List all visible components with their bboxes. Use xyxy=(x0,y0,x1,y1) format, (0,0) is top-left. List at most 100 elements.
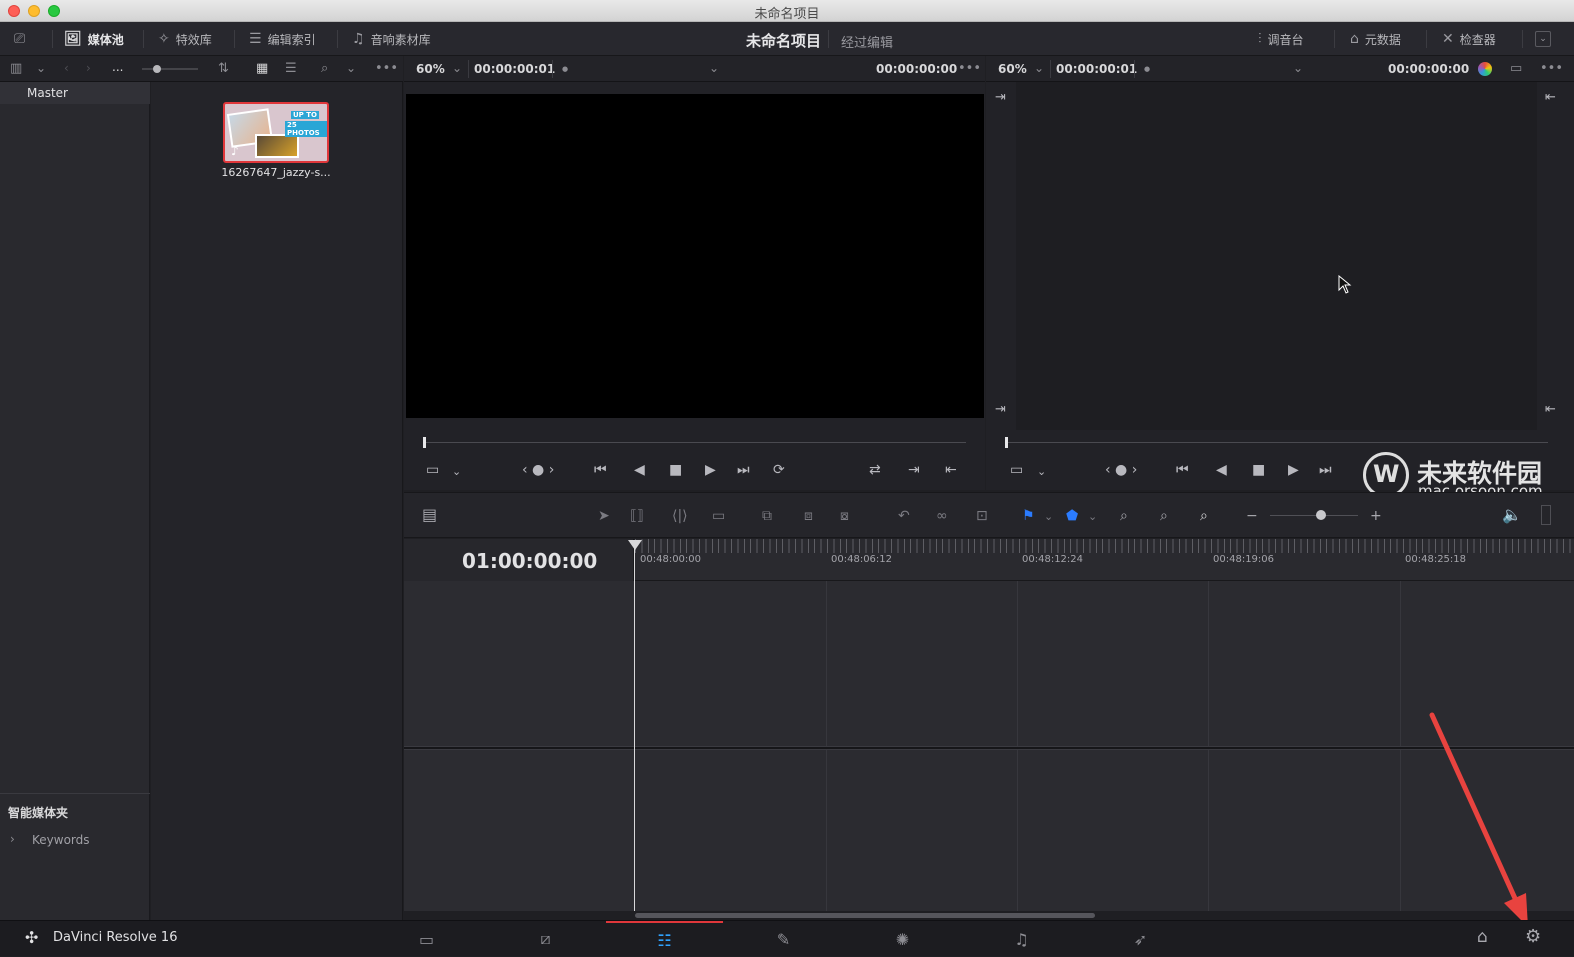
dynamic-trim-icon[interactable]: ⟨|⟩ xyxy=(672,508,688,524)
timeline-ruler[interactable]: 00:48:00:00 00:48:06:12 00:48:12:24 00:4… xyxy=(635,539,1574,581)
thumbnail-size-slider[interactable] xyxy=(142,68,198,70)
more-options-icon[interactable]: ••• xyxy=(1540,61,1563,76)
color-wheel-icon[interactable] xyxy=(1478,62,1492,76)
go-to-start-icon[interactable]: ⏮ xyxy=(1176,462,1189,478)
link-icon[interactable]: ∞ xyxy=(936,508,948,524)
go-to-end-icon[interactable]: ⏭ xyxy=(737,462,750,478)
marker-icon[interactable]: ⬟ xyxy=(1066,508,1078,524)
sidebar-toggle-icon[interactable]: ▥ xyxy=(10,61,22,76)
trim-tool-icon[interactable]: ⟦⟧ xyxy=(630,508,644,524)
source-viewer-screen[interactable] xyxy=(406,94,984,418)
replace-clip-icon[interactable]: ⧇ xyxy=(840,508,849,524)
breadcrumb[interactable]: ... xyxy=(112,60,123,74)
jog-wheel-icon[interactable]: ‹ ● › xyxy=(1105,462,1137,478)
list-view-icon[interactable]: ☰ xyxy=(285,61,297,76)
flag-icon[interactable]: ⚑ xyxy=(1022,508,1035,524)
source-zoom[interactable]: 60% xyxy=(416,62,445,76)
next-edit-icon[interactable]: ⇤ xyxy=(1545,402,1556,417)
stop-icon[interactable]: ■ xyxy=(669,462,682,478)
clip-dropdown-chevron-icon[interactable]: ⌄ xyxy=(709,61,719,75)
timeline-zoom[interactable]: 60% xyxy=(998,62,1027,76)
viewer-mode-icon[interactable]: ▭ xyxy=(1010,462,1023,478)
settings-gear-icon[interactable]: ⚙ xyxy=(1525,926,1541,947)
jog-wheel-icon[interactable]: ‹ ● › xyxy=(522,462,554,478)
media-page-button[interactable]: ▭ xyxy=(368,921,485,957)
effects-library-button[interactable]: ✧ 特效库 xyxy=(158,22,212,56)
play-icon[interactable]: ▶ xyxy=(1288,462,1299,478)
toolbar-expand-button[interactable]: ⌄ xyxy=(1535,22,1551,56)
color-page-button[interactable]: ✺ xyxy=(844,921,961,957)
timeline-viewer-screen[interactable] xyxy=(1016,82,1537,430)
zoom-slider[interactable] xyxy=(1270,515,1358,516)
loop-icon[interactable]: ⟳ xyxy=(773,462,785,478)
slider-knob[interactable] xyxy=(153,65,161,73)
home-icon[interactable]: ⌂ xyxy=(1477,927,1488,947)
chevron-down-icon[interactable]: ⌄ xyxy=(346,61,356,75)
video-audio-divider[interactable] xyxy=(404,746,1574,750)
more-options-icon[interactable]: ••• xyxy=(375,61,398,76)
mark-in-icon[interactable]: ⇥ xyxy=(908,462,920,478)
sort-icon[interactable]: ⇅ xyxy=(218,61,229,76)
edit-page-button[interactable]: ☷ xyxy=(606,921,723,957)
mark-out-icon[interactable]: ⇤ xyxy=(945,462,957,478)
fairlight-page-button[interactable]: ♫ xyxy=(963,921,1080,957)
timeline-view-options-icon[interactable]: ▤ xyxy=(422,505,437,524)
custom-zoom-icon[interactable]: ⌕ xyxy=(1200,508,1208,524)
timeline-viewer-playhead[interactable] xyxy=(1005,437,1008,448)
playhead-handle[interactable] xyxy=(628,540,642,550)
clip-thumbnail[interactable]: UP TO 25 PHOTOS ♪ xyxy=(223,102,329,163)
chevron-down-icon[interactable]: ⌄ xyxy=(1037,465,1046,478)
play-icon[interactable]: ▶ xyxy=(705,462,716,478)
detail-zoom-icon[interactable]: ⌕ xyxy=(1160,508,1168,524)
back-arrow-icon[interactable]: ‹ xyxy=(64,61,69,75)
viewer-layout-icon[interactable]: ▭ xyxy=(1510,61,1522,76)
chevron-down-icon[interactable]: ⌄ xyxy=(452,61,462,75)
media-pool-button[interactable]: 🖼 媒体池 xyxy=(64,22,124,56)
play-reverse-icon[interactable]: ◀ xyxy=(634,462,645,478)
bin-master[interactable]: Master xyxy=(0,82,150,104)
stop-icon[interactable]: ■ xyxy=(1252,462,1265,478)
more-options-icon[interactable]: ••• xyxy=(958,61,981,76)
metadata-button[interactable]: ⌂ 元数据 xyxy=(1350,22,1401,56)
chevron-right-icon[interactable]: › xyxy=(10,832,15,846)
timeline-scrubber[interactable] xyxy=(1006,442,1548,443)
insert-clip-icon[interactable]: ⧉ xyxy=(762,508,772,524)
prev-edit-icon[interactable]: ⇥ xyxy=(995,90,1006,105)
zoom-slider-knob[interactable] xyxy=(1316,510,1326,520)
go-to-end-icon[interactable]: ⏭ xyxy=(1319,462,1332,478)
smart-bin-keywords[interactable]: Keywords xyxy=(32,833,90,847)
source-scrubber[interactable] xyxy=(424,442,966,443)
timeline-playhead[interactable] xyxy=(634,548,635,911)
sound-library-button[interactable]: ♫ 音响素材库 xyxy=(352,22,431,56)
fusion-page-button[interactable]: ✎ xyxy=(725,921,842,957)
chevron-down-icon[interactable]: ⌄ xyxy=(452,465,461,478)
clip-view-icon[interactable]: ▭ xyxy=(426,462,439,478)
interface-toggle-button[interactable]: ⎚ xyxy=(14,22,25,56)
audio-meter-icon[interactable] xyxy=(1541,505,1551,525)
go-to-start-icon[interactable]: ⏮ xyxy=(594,462,607,478)
chevron-down-icon[interactable]: ⌄ xyxy=(36,61,46,75)
prev-edit-icon[interactable]: ⇥ xyxy=(995,402,1006,417)
deliver-page-button[interactable]: ➶ xyxy=(1082,921,1199,957)
chevron-down-icon[interactable]: ⌄ xyxy=(1034,61,1044,75)
snapping-icon[interactable]: ↶ xyxy=(898,508,910,524)
zoom-out-icon[interactable]: − xyxy=(1246,508,1258,524)
full-zoom-icon[interactable]: ⌕ xyxy=(1120,508,1128,524)
speaker-icon[interactable]: 🔈 xyxy=(1502,505,1522,524)
next-edit-icon[interactable]: ⇤ xyxy=(1545,90,1556,105)
overwrite-clip-icon[interactable]: ⧈ xyxy=(804,508,813,524)
zoom-in-icon[interactable]: + xyxy=(1370,508,1382,524)
forward-arrow-icon[interactable]: › xyxy=(86,61,91,75)
match-frame-icon[interactable]: ⇄ xyxy=(869,462,881,478)
selection-tool-icon[interactable]: ➤ xyxy=(598,508,610,524)
chevron-down-icon[interactable]: ⌄ xyxy=(1088,510,1097,523)
inspector-button[interactable]: ✕ 检查器 xyxy=(1442,22,1496,56)
grid-view-icon[interactable]: ▦ xyxy=(256,61,268,76)
search-icon[interactable]: ⌕ xyxy=(321,61,328,76)
edit-index-button[interactable]: ☰ 编辑索引 xyxy=(249,22,316,56)
lock-icon[interactable]: ⊡ xyxy=(976,508,988,524)
cut-page-button[interactable]: ⧄ xyxy=(487,921,604,957)
timeline-dropdown-chevron-icon[interactable]: ⌄ xyxy=(1293,61,1303,75)
source-playhead[interactable] xyxy=(423,437,426,448)
clip-name[interactable]: 16267647_jazzy-s... xyxy=(211,166,341,179)
